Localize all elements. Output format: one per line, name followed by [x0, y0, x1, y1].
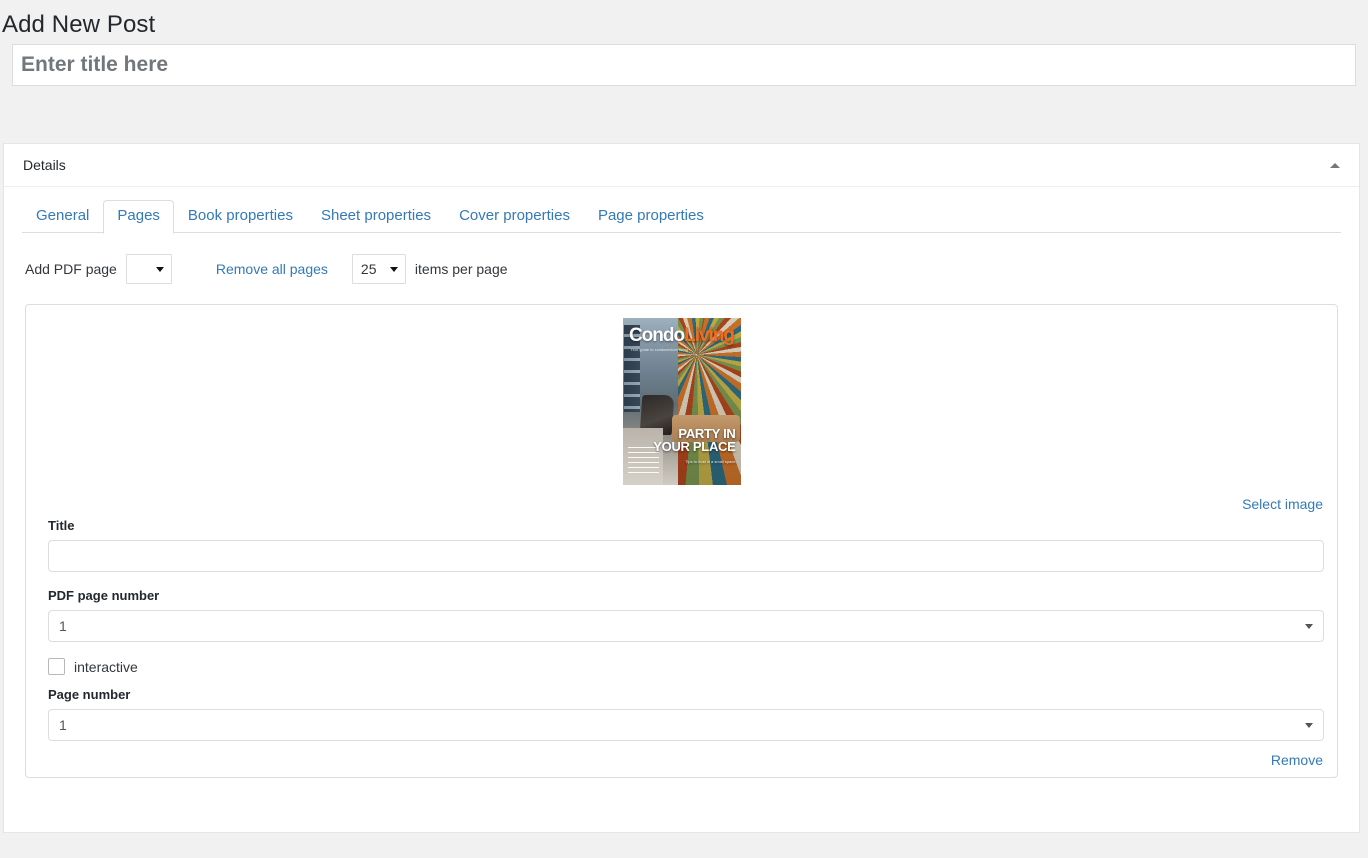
page-number-value: 1	[59, 717, 67, 734]
page-title-input[interactable]	[48, 540, 1324, 573]
pdf-page-number-group: PDF page number 1	[38, 572, 1325, 643]
items-per-page-label: items per page	[414, 261, 508, 278]
page-thumbnail-image[interactable]: CondoLiving Your guide to condominium li…	[622, 318, 741, 486]
pdf-page-number-label: PDF page number	[48, 588, 160, 604]
details-tabs: General Pages Book properties Sheet prop…	[4, 199, 1359, 235]
tabs-region: General Pages Book properties Sheet prop…	[4, 187, 1359, 235]
pdf-page-number-value: 1	[59, 618, 67, 635]
remove-page-link[interactable]: Remove	[1271, 752, 1323, 768]
tab-general[interactable]: General	[22, 200, 103, 234]
cover-masthead-part1: Condo	[628, 325, 685, 347]
cover-masthead-part2: Living	[684, 325, 735, 347]
cover-headline-sub: Tips to host in a small space	[685, 459, 736, 465]
remove-all-pages-link[interactable]: Remove all pages	[216, 261, 328, 277]
chevron-down-icon	[1305, 623, 1313, 629]
tab-sheet-properties[interactable]: Sheet properties	[307, 200, 445, 234]
tab-cover-properties[interactable]: Cover properties	[445, 200, 584, 234]
details-metabox: Details General Pages Book properties Sh…	[3, 143, 1360, 834]
page-number-group: Page number 1	[38, 675, 1325, 742]
triangle-up-icon[interactable]	[1325, 155, 1345, 175]
title-field-label: Title	[48, 518, 75, 534]
cover-masthead-tagline: Your guide to condominium living	[630, 348, 689, 353]
cover-headline: PARTY IN YOUR PLACE Tips to host in a sm…	[653, 427, 736, 468]
interactive-checkbox[interactable]	[48, 658, 65, 676]
tab-book-properties[interactable]: Book properties	[174, 200, 307, 234]
tab-page-properties[interactable]: Page properties	[584, 200, 718, 234]
thumbnail-area: CondoLiving Your guide to condominium li…	[38, 317, 1325, 486]
pdf-page-number-select[interactable]: 1	[48, 610, 1324, 643]
cover-headline-line2: YOUR PLACE	[653, 439, 736, 455]
pages-toolbar: Add PDF page Remove all pages 25 items p…	[4, 233, 1359, 285]
add-pdf-page-label: Add PDF page	[25, 261, 117, 278]
add-pdf-page-select[interactable]	[125, 254, 172, 285]
interactive-checkbox-row: interactive	[38, 642, 1325, 676]
interactive-checkbox-label: interactive	[74, 658, 138, 675]
page-title: Add New Post	[2, 11, 156, 38]
cover-masthead: CondoLiving	[623, 326, 741, 345]
items-per-page-select[interactable]: 25	[351, 254, 406, 285]
chevron-down-icon	[389, 266, 398, 272]
title-field-wrap	[0, 44, 1368, 87]
chevron-down-icon	[155, 266, 164, 272]
page-number-select[interactable]: 1	[48, 709, 1324, 742]
chevron-down-icon	[1305, 722, 1313, 728]
select-image-row: Select image	[38, 485, 1325, 512]
details-metabox-title: Details	[23, 157, 66, 174]
select-image-link[interactable]: Select image	[1242, 496, 1323, 512]
page-number-label: Page number	[48, 687, 131, 703]
items-per-page-value: 25	[360, 261, 377, 278]
post-title-input[interactable]	[12, 44, 1356, 87]
tab-pages[interactable]: Pages	[103, 200, 174, 235]
details-metabox-header[interactable]: Details	[4, 144, 1359, 188]
remove-row: Remove	[38, 741, 1325, 768]
page-item-card: CondoLiving Your guide to condominium li…	[25, 304, 1338, 779]
title-field-group: Title	[38, 512, 1325, 573]
